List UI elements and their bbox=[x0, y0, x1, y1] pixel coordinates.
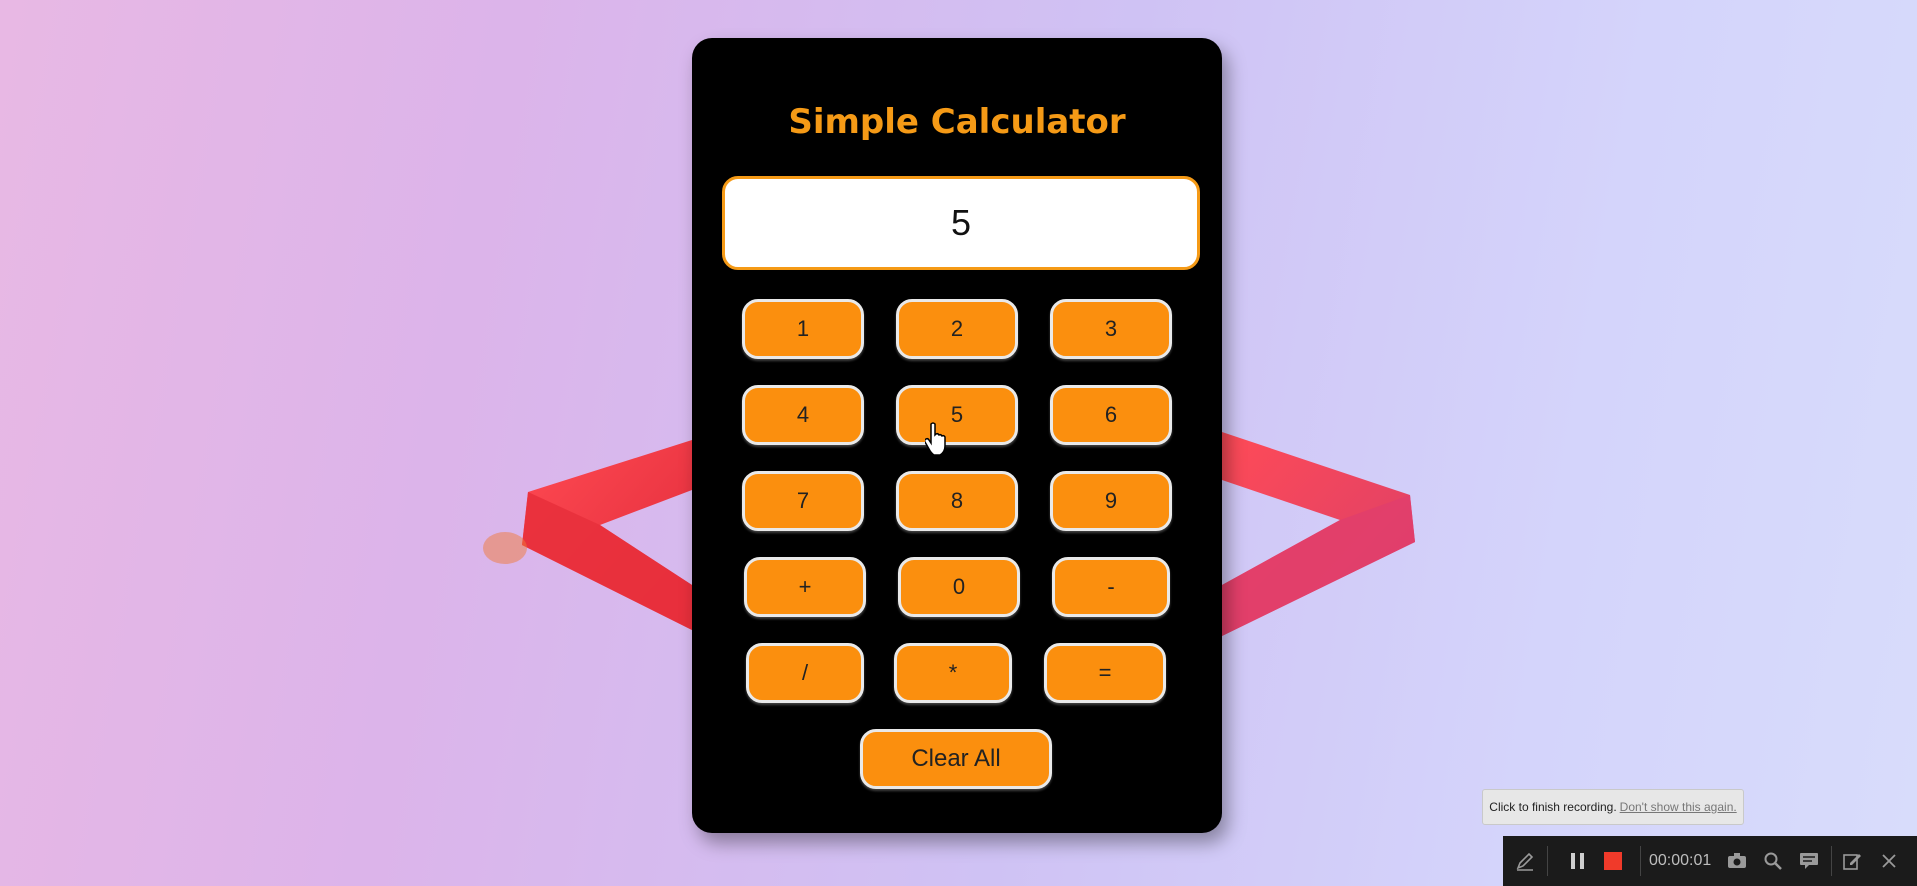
key-1[interactable]: 1 bbox=[742, 299, 864, 359]
key-4[interactable]: 4 bbox=[742, 385, 864, 445]
close-icon[interactable] bbox=[1872, 836, 1906, 886]
key-divide[interactable]: / bbox=[746, 643, 864, 703]
calculator-title: Simple Calculator bbox=[788, 102, 1126, 142]
stop-icon[interactable] bbox=[1598, 836, 1628, 886]
camera-icon[interactable] bbox=[1719, 836, 1755, 886]
calculator-display[interactable] bbox=[722, 176, 1200, 270]
key-3[interactable]: 3 bbox=[1050, 299, 1172, 359]
toolbar-divider bbox=[1547, 846, 1548, 876]
key-6[interactable]: 6 bbox=[1050, 385, 1172, 445]
recording-toolbar: 00:00:01 bbox=[1503, 836, 1917, 886]
key-9[interactable]: 9 bbox=[1050, 471, 1172, 531]
tooltip-text: Click to finish recording. bbox=[1489, 800, 1617, 814]
key-7[interactable]: 7 bbox=[742, 471, 864, 531]
recording-timer: 00:00:01 bbox=[1649, 852, 1712, 869]
recording-tooltip: Click to finish recording. Don't show th… bbox=[1482, 789, 1744, 825]
key-minus[interactable]: - bbox=[1052, 557, 1170, 617]
key-multiply[interactable]: * bbox=[894, 643, 1012, 703]
zoom-icon[interactable] bbox=[1755, 836, 1791, 886]
key-5[interactable]: 5 bbox=[896, 385, 1018, 445]
captions-icon[interactable] bbox=[1791, 836, 1827, 886]
clear-all-button[interactable]: Clear All bbox=[860, 729, 1052, 789]
pen-icon[interactable] bbox=[1503, 836, 1547, 886]
hand-cursor-icon bbox=[925, 422, 946, 456]
key-equals[interactable]: = bbox=[1044, 643, 1166, 703]
key-8[interactable]: 8 bbox=[896, 471, 1018, 531]
key-0[interactable]: 0 bbox=[898, 557, 1020, 617]
key-2[interactable]: 2 bbox=[896, 299, 1018, 359]
pause-icon[interactable] bbox=[1558, 836, 1598, 886]
edit-icon[interactable] bbox=[1832, 836, 1872, 886]
calculator-panel: Simple Calculator 1 2 3 4 5 6 7 8 9 + 0 … bbox=[692, 38, 1222, 833]
key-plus[interactable]: + bbox=[744, 557, 866, 617]
dont-show-again-link[interactable]: Don't show this again. bbox=[1620, 800, 1737, 814]
